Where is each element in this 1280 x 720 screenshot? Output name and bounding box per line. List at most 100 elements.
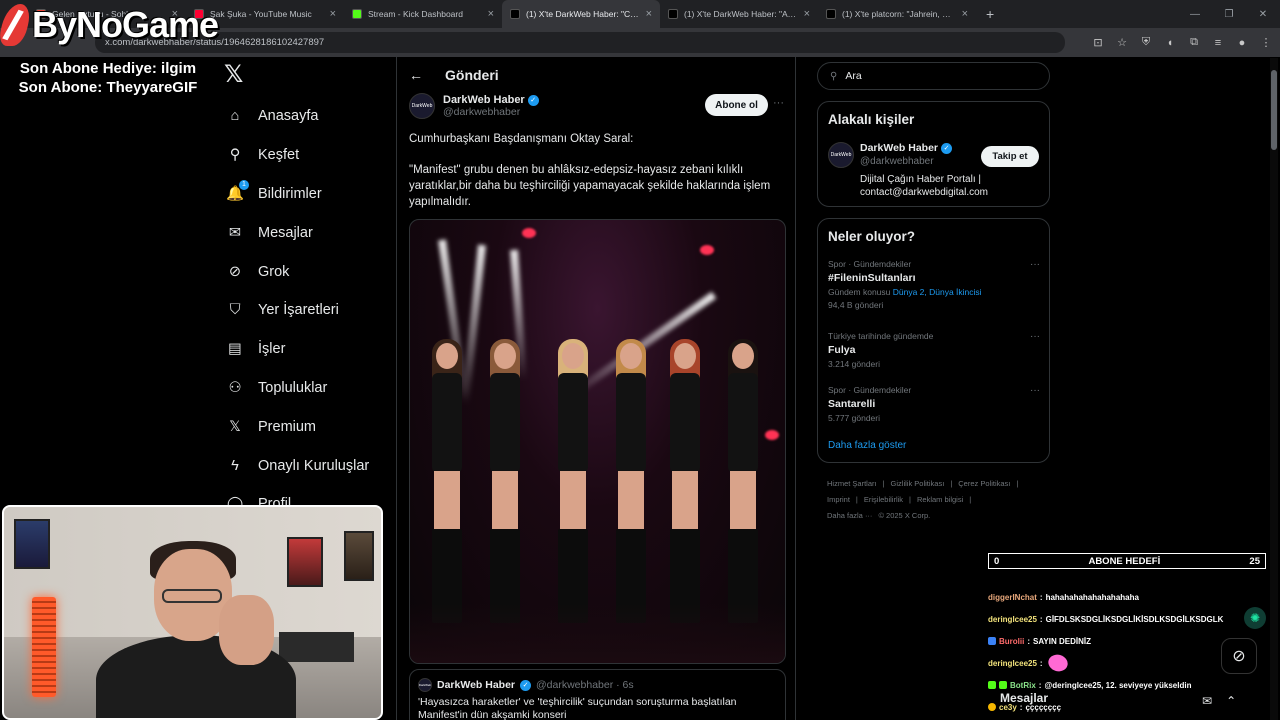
- tab-close-icon[interactable]: ×: [962, 8, 968, 20]
- verified-badge-icon: ✓: [941, 142, 953, 154]
- search-icon: ⚲: [229, 147, 241, 164]
- trend-item[interactable]: Türkiye tarihinde gündemde Fulya 3.214 g…: [828, 331, 1040, 369]
- footer-separator: |: [1016, 479, 1019, 488]
- chat-text: GİFDLSKSDGLİKSDGLİKİSDLKSDGİLKSDGLK: [1045, 614, 1224, 624]
- post-image[interactable]: [409, 219, 786, 664]
- footer-link[interactable]: Hizmet Şartları: [827, 479, 877, 488]
- nav-item[interactable]: ⚲ Keşfet: [226, 136, 369, 175]
- footer-link[interactable]: Çerez Politikası: [958, 479, 1010, 488]
- footer-link[interactable]: © 2025 X Corp.: [878, 511, 930, 520]
- trends-card: Neler oluyor? Daha fazla göster Spor · G…: [817, 218, 1050, 463]
- quoted-post-header: DarkWeb DarkWeb Haber ✓ @darkwebhaber · …: [418, 678, 634, 692]
- author-avatar[interactable]: DarkWeb: [409, 93, 435, 119]
- tab-favicon-icon: [668, 9, 678, 19]
- profile-avatar-icon[interactable]: ●: [1234, 35, 1250, 51]
- footer-link[interactable]: Reklam bilgisi: [917, 495, 963, 504]
- webcam-heater: [32, 597, 56, 697]
- media-control-icon[interactable]: ≡: [1210, 35, 1226, 51]
- footer-link[interactable]: Erişilebilirlik: [864, 495, 903, 504]
- post-author[interactable]: DarkWeb DarkWeb Haber ✓ @darkwebhaber: [409, 93, 539, 119]
- trend-more-icon[interactable]: ···: [1030, 259, 1040, 270]
- nav-item[interactable]: 🔔 1 Bildirimler: [226, 175, 369, 214]
- show-more-link[interactable]: Daha fazla göster: [828, 440, 906, 451]
- chat-username[interactable]: deringlcee25: [988, 614, 1037, 625]
- x-logo-icon[interactable]: 𝕏: [224, 63, 248, 87]
- footer-link[interactable]: Daha fazla ···: [827, 511, 872, 520]
- trend-item[interactable]: Spor · Gündemdekiler #FileninSultanları …: [828, 259, 1040, 310]
- page-scrollbar[interactable]: [1270, 58, 1278, 720]
- footer-line: Hizmet Şartları | Gizlilik Politikası | Çere…: [827, 476, 1047, 492]
- nav-item-label: Mesajlar: [258, 224, 313, 241]
- chat-colon: :: [1039, 658, 1043, 668]
- nav-item[interactable]: ⌂ Anasayfa: [226, 97, 369, 136]
- trend-more-icon[interactable]: ···: [1030, 331, 1040, 342]
- stage-floor: [410, 603, 785, 663]
- stage-spotlight: [700, 245, 714, 255]
- browser-tab[interactable]: (1) X'te DarkWeb Haber: "Aybü ×: [660, 0, 818, 28]
- expand-drawer-icon[interactable]: ⌃: [1226, 694, 1236, 708]
- tab-close-icon[interactable]: ×: [330, 8, 336, 20]
- related-person[interactable]: DarkWeb DarkWeb Haber ✓ @darkwebhaber: [828, 142, 953, 168]
- browser-tab[interactable]: (1) X'te DarkWeb Haber: "Cum ×: [502, 0, 660, 28]
- tab-close-icon[interactable]: ×: [646, 8, 652, 20]
- audio-extension-icon[interactable]: ◖: [1162, 35, 1178, 51]
- related-person-avatar[interactable]: DarkWeb: [828, 142, 854, 168]
- scrollbar-thumb[interactable]: [1271, 70, 1277, 150]
- chat-username[interactable]: diggerINchat: [988, 592, 1037, 603]
- chat-colon: :: [1027, 636, 1031, 646]
- nav-item[interactable]: ⊘ Grok: [226, 252, 369, 291]
- chat-username[interactable]: Burolii: [999, 636, 1024, 647]
- nav-item[interactable]: ▤ İşler: [226, 330, 369, 369]
- footer-link[interactable]: Gizlilik Politikası: [891, 479, 945, 488]
- new-tab-button[interactable]: +: [976, 6, 1004, 22]
- tab-close-icon[interactable]: ×: [488, 8, 494, 20]
- chat-colon: :: [1039, 614, 1043, 624]
- nav-item[interactable]: ϟ Onaylı Kuruluşlar: [226, 446, 369, 485]
- install-app-icon[interactable]: ⊡: [1090, 35, 1106, 51]
- nav-item[interactable]: ⚇ Topluluklar: [226, 369, 369, 408]
- footer-link[interactable]: Imprint: [827, 495, 850, 504]
- goal-current: 0: [994, 555, 1000, 567]
- nav-item[interactable]: ⛉ Yer İşaretleri: [226, 291, 369, 330]
- shield-extension-icon[interactable]: ⛨: [1138, 35, 1154, 51]
- trend-item[interactable]: Spor · Gündemdekiler Santarelli 5.777 gö…: [828, 385, 1040, 423]
- messages-drawer-label[interactable]: Mesajlar: [1000, 691, 1048, 705]
- performer: [550, 339, 596, 623]
- follow-button[interactable]: Takip et: [981, 146, 1039, 167]
- nav-item[interactable]: 𝕏 Premium: [226, 407, 369, 446]
- url-field[interactable]: x.com/darkwebhaber/status/19646281861024…: [95, 32, 1065, 53]
- search-input[interactable]: ⚲ Ara: [817, 62, 1050, 90]
- author-handle: @darkwebhaber: [443, 106, 521, 118]
- trend-more-icon[interactable]: ···: [1030, 385, 1040, 396]
- minimize-icon[interactable]: —: [1178, 0, 1212, 28]
- bookmark-star-icon[interactable]: ☆: [1114, 35, 1130, 51]
- chat-username[interactable]: deringlcee25: [988, 658, 1037, 669]
- search-placeholder: Ara: [845, 70, 862, 82]
- tab-close-icon[interactable]: ×: [804, 8, 810, 20]
- browser-tab[interactable]: Stream - Kick Dashboard ×: [344, 0, 502, 28]
- browser-menu-icon[interactable]: ⋮: [1258, 35, 1274, 51]
- quoted-post[interactable]: DarkWeb DarkWeb Haber ✓ @darkwebhaber · …: [409, 669, 786, 720]
- nav-item[interactable]: ✉ Mesajlar: [226, 213, 369, 252]
- more-options-icon[interactable]: ···: [773, 97, 784, 109]
- subscribe-button[interactable]: Abone ol: [705, 94, 768, 116]
- related-person-handle: @darkwebhaber: [860, 156, 934, 167]
- author-name-row: DarkWeb Haber ✓: [443, 94, 539, 106]
- trend-context-link[interactable]: Dünya 2, Dünya İkincisi: [893, 287, 982, 297]
- trend-name: Santarelli: [828, 398, 876, 410]
- ai-assistant-icon[interactable]: ✺: [1244, 607, 1266, 629]
- compose-message-icon[interactable]: ✉: [1202, 694, 1212, 708]
- back-arrow-icon[interactable]: ←: [409, 67, 423, 83]
- browser-tab[interactable]: (1) X'te platcorn: "Jahrein, Man ×: [818, 0, 976, 28]
- grok-floating-button[interactable]: ⊘: [1221, 638, 1257, 674]
- trend-context: Gündem konusu Dünya 2, Dünya İkincisi: [828, 287, 1040, 297]
- related-people-title: Alakalı kişiler: [828, 112, 915, 127]
- nav-item-label: Bildirimler: [258, 185, 322, 202]
- chat-username[interactable]: BotRix: [1010, 680, 1036, 691]
- tab-favicon-icon: [826, 9, 836, 19]
- nav-item-label: Grok: [258, 263, 290, 280]
- maximize-icon[interactable]: ❐: [1212, 0, 1246, 28]
- lightning-icon: ϟ: [231, 457, 239, 474]
- extensions-icon[interactable]: ⧉: [1186, 35, 1202, 51]
- close-window-icon[interactable]: ✕: [1246, 0, 1280, 28]
